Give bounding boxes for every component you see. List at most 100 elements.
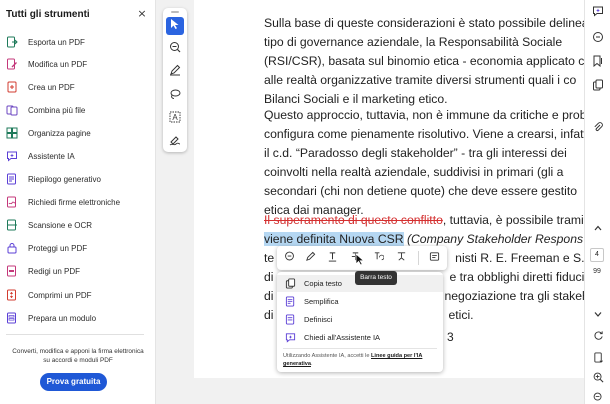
text-span: , tuttavia, è possibile tramite	[442, 213, 584, 227]
tool-export-pdf[interactable]: Esporta un PDF	[6, 34, 146, 50]
tool-label: Combina più file	[28, 105, 86, 115]
copy-text-icon	[284, 278, 296, 290]
close-panel-button[interactable]: ×	[136, 7, 148, 21]
tool-request-esign[interactable]: Richiedi firme elettroniche	[6, 194, 146, 210]
underline-text-icon	[327, 249, 338, 267]
attachments-rail-button[interactable]	[591, 122, 605, 136]
text-line: Questo approccio, tuttavia, non è immune…	[264, 108, 584, 122]
draw-tool-button[interactable]	[166, 87, 184, 105]
tool-scan-ocr[interactable]: Scansione e OCR	[6, 217, 146, 233]
tool-label: Scansione e OCR	[28, 220, 93, 230]
menu-item-define[interactable]: Definisci	[277, 311, 443, 328]
highlight-tool-button[interactable]	[166, 63, 184, 81]
tool-prepare-form[interactable]: Prepara un modulo	[6, 310, 146, 326]
tool-combine-files[interactable]: Combina più file	[6, 102, 146, 118]
highlight-button[interactable]	[301, 249, 319, 267]
text-box-tool-button[interactable]: A	[166, 110, 184, 128]
paragraph-2: Questo approccio, tuttavia, non è immune…	[264, 106, 584, 220]
page-settings-icon	[593, 350, 604, 368]
text-line: configura come pienamente risolutivo. Vi…	[264, 127, 584, 141]
compress-pdf-icon	[6, 289, 18, 301]
menu-divider	[283, 348, 437, 349]
pen-icon	[169, 63, 181, 81]
panel-title: Tutti gli strumenti	[6, 9, 90, 20]
generative-summary-icon	[6, 173, 18, 185]
export-pdf-icon	[6, 36, 18, 48]
tool-organize-pages[interactable]: Organizza pagine	[6, 125, 146, 141]
text-span: di	[264, 270, 274, 284]
next-page-button[interactable]	[591, 308, 605, 322]
promo-text: Converti, modifica e apponi la firma ele…	[4, 347, 152, 365]
menu-item-label: Semplifica	[304, 297, 339, 306]
menu-item-simplify[interactable]: Semplifica	[277, 293, 443, 310]
text-span: nisti R. E. Freeman e S. R	[455, 251, 584, 265]
ai-assistant-rail-button[interactable]	[591, 6, 605, 20]
chevron-up-icon	[593, 220, 603, 238]
tool-label: Prepara un modulo	[28, 313, 97, 323]
struck-text: Il superamento di questo conflitto	[264, 213, 443, 227]
text-span: negoziazione tra gli stakeh	[444, 289, 585, 303]
more-options-button[interactable]	[425, 249, 443, 267]
tool-label: Esporta un PDF	[28, 37, 85, 47]
bookmark-icon	[592, 54, 604, 72]
bookmarks-rail-button[interactable]	[591, 54, 605, 72]
replace-text-button[interactable]	[369, 249, 387, 267]
tool-label: Crea un PDF	[28, 82, 75, 92]
combine-files-icon	[6, 104, 18, 116]
page-display-button[interactable]	[591, 352, 605, 366]
copy-pages-icon	[592, 78, 604, 96]
add-comment-button[interactable]	[166, 40, 184, 58]
zoom-in-button[interactable]	[591, 372, 605, 386]
organize-pages-icon	[6, 127, 18, 139]
protect-pdf-icon	[6, 242, 18, 254]
text-line: tipo di governance aziendale, la Respons…	[264, 35, 563, 49]
tool-label: Proteggi un PDF	[28, 243, 88, 253]
insert-text-button[interactable]	[392, 249, 410, 267]
tool-compress-pdf[interactable]: Comprimi un PDF	[6, 287, 146, 303]
tool-protect-pdf[interactable]: Proteggi un PDF	[6, 240, 146, 256]
right-rail	[584, 0, 610, 404]
ai-terms-note: Utilizzando Assistente IA, accetti le Li…	[283, 352, 439, 368]
rotate-page-button[interactable]	[591, 330, 605, 344]
acrobat-window: Tutti gli strumenti × Esporta un PDF Mod…	[0, 0, 610, 404]
text-span: etici.	[448, 308, 474, 322]
text-span: di	[264, 308, 274, 322]
tool-ai-assistant[interactable]: Assistente IA	[6, 148, 146, 164]
tool-label: Richiedi firme elettroniche	[28, 197, 121, 207]
tool-redact-pdf[interactable]: Redigi un PDF	[6, 263, 146, 279]
tool-label: Organizza pagine	[28, 128, 91, 138]
redact-pdf-icon	[6, 265, 18, 277]
comments-rail-button[interactable]	[591, 32, 605, 46]
drag-handle[interactable]	[171, 11, 179, 13]
free-trial-button[interactable]: Prova gratuita	[40, 373, 107, 391]
tool-generative-summary[interactable]: Riepilogo generativo	[6, 171, 146, 187]
insert-text-icon	[396, 249, 407, 267]
tool-edit-pdf[interactable]: Modifica un PDF	[6, 56, 146, 72]
selected-text[interactable]: viene definita Nuova CSR	[264, 232, 404, 246]
tool-create-pdf[interactable]: Crea un PDF	[6, 79, 146, 95]
edit-pdf-icon	[6, 58, 18, 70]
lasso-icon	[169, 87, 181, 105]
menu-item-ask-ai-assistant[interactable]: Chiedi all'Assistente IA	[277, 329, 443, 346]
previous-page-button[interactable]	[591, 222, 605, 236]
replace-text-icon	[373, 249, 384, 267]
comments-icon	[592, 30, 604, 48]
note-prefix: Utilizzando Assistente IA, accetti le	[283, 353, 371, 359]
comment-button[interactable]	[280, 249, 298, 267]
comment-icon	[284, 249, 295, 267]
ai-assistant-icon	[6, 150, 18, 162]
simplify-icon	[284, 296, 296, 308]
sign-tool-button[interactable]	[166, 133, 184, 151]
text-span: e tra obblighi diretti fiduciar	[449, 270, 585, 284]
thumbnails-rail-button[interactable]	[591, 78, 605, 96]
text-line: (RSI/CSR), basata sul binomio etica - ec…	[264, 54, 584, 68]
text-line: Il superamento di questo conflitto, tutt…	[264, 211, 584, 230]
text-span: di	[264, 289, 274, 303]
text-span: te	[264, 251, 275, 265]
promo-line-1: Converti, modifica e apponi la firma ele…	[12, 348, 144, 355]
select-tool-button[interactable]	[166, 17, 184, 35]
prepare-form-icon	[6, 312, 18, 324]
zoom-out-button[interactable]	[591, 392, 605, 404]
current-page-input[interactable]: 4	[590, 248, 604, 262]
underline-button[interactable]	[323, 249, 341, 267]
